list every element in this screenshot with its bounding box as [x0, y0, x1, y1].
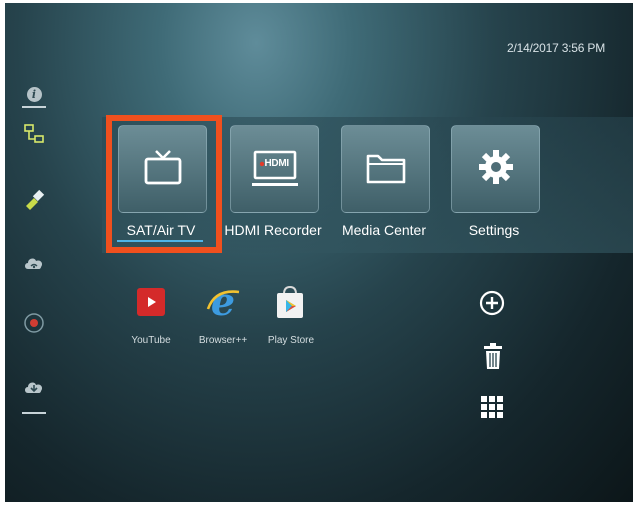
sidebar-divider: [22, 106, 46, 108]
launcher-screen: 2/14/2017 3:56 PM i SAT/Air TV HDMI HDMI…: [5, 3, 633, 502]
apps-grid-icon[interactable]: [479, 394, 505, 420]
add-icon[interactable]: [478, 289, 506, 317]
usb-icon[interactable]: [23, 189, 45, 211]
info-icon[interactable]: i: [23, 83, 45, 105]
tile-label-settings: Settings: [468, 222, 520, 238]
focus-underline: [117, 240, 203, 242]
tile-media-center[interactable]: [341, 125, 430, 213]
app-browser[interactable]: e: [206, 279, 240, 324]
app-label-play-store: Play Store: [267, 335, 315, 346]
trash-icon[interactable]: [481, 341, 505, 371]
network-icon[interactable]: [23, 123, 45, 145]
selection-highlight: [106, 115, 222, 253]
tile-label-hdmi-recorder: HDMI Recorder: [224, 222, 322, 238]
browser-icon: e: [205, 279, 241, 326]
wifi-cloud-icon[interactable]: [23, 251, 45, 273]
record-icon[interactable]: [23, 312, 45, 334]
app-youtube[interactable]: [135, 287, 167, 322]
tile-hdmi-recorder[interactable]: HDMI: [230, 125, 319, 213]
svg-text:e: e: [211, 283, 235, 321]
gear-icon: [476, 147, 516, 192]
play-store-icon: [275, 284, 305, 325]
datetime-display: 2/14/2017 3:56 PM: [506, 41, 605, 55]
youtube-icon: [136, 287, 166, 322]
app-label-browser: Browser++: [198, 335, 248, 346]
app-label-youtube: YouTube: [131, 335, 171, 346]
folder-icon: [364, 147, 408, 192]
tile-settings[interactable]: [451, 125, 540, 213]
hdmi-recorder-icon: HDMI: [251, 149, 299, 189]
hdmi-badge: HDMI: [264, 158, 290, 169]
tile-label-media-center: Media Center: [341, 222, 427, 238]
download-cloud-icon[interactable]: [23, 375, 45, 397]
sidebar-divider: [22, 412, 46, 414]
app-play-store[interactable]: [274, 284, 306, 325]
